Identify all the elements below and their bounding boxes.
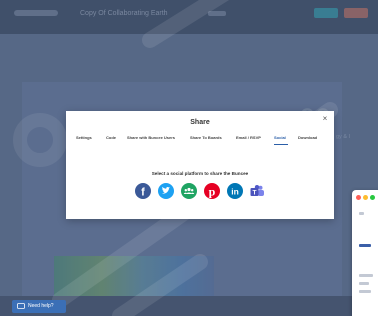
social-instructions: Select a social platform to share the Bu… <box>151 171 249 176</box>
pinterest-icon[interactable]: p <box>204 183 220 199</box>
modal-title: Share <box>190 119 210 126</box>
chat-icon <box>17 303 25 309</box>
active-tab-indicator <box>274 144 288 145</box>
chat-popup-window[interactable] <box>352 190 378 316</box>
svg-text:p: p <box>209 185 216 199</box>
maximize-dot-icon[interactable] <box>370 195 375 200</box>
tab-code[interactable]: Code <box>106 135 116 141</box>
lock-icon <box>359 212 364 215</box>
need-help-label: Need help? <box>28 303 54 309</box>
svg-text:T: T <box>253 190 257 197</box>
microsoft-teams-icon[interactable]: T <box>249 183 265 199</box>
tab-share-with-buncee-users[interactable]: Share with Buncee Users <box>127 135 175 141</box>
popup-text-line <box>359 282 369 285</box>
share-modal: Share × Settings Code Share with Buncee … <box>66 111 334 219</box>
popup-text-line <box>359 274 373 277</box>
tab-download[interactable]: Download <box>298 135 317 141</box>
popup-text-line <box>359 290 371 293</box>
social-platforms: f p in T <box>135 183 265 199</box>
tab-email-rsvp[interactable]: Email / RSVP <box>236 135 261 141</box>
close-dot-icon[interactable] <box>356 195 361 200</box>
twitter-icon[interactable] <box>158 183 174 199</box>
need-help-button[interactable]: Need help? <box>12 300 66 313</box>
minimize-dot-icon[interactable] <box>363 195 368 200</box>
linkedin-icon[interactable]: in <box>227 183 243 199</box>
facebook-icon[interactable]: f <box>135 183 151 199</box>
close-button[interactable]: × <box>320 114 330 124</box>
tab-share-to-boards[interactable]: Share To Boards <box>190 135 222 141</box>
share-tabs: Settings Code Share with Buncee Users Sh… <box>66 135 334 145</box>
google-classroom-icon[interactable] <box>181 183 197 199</box>
svg-text:f: f <box>141 187 145 199</box>
popup-logo <box>359 244 371 247</box>
tab-social[interactable]: Social <box>274 135 286 141</box>
tab-settings[interactable]: Settings <box>76 135 92 141</box>
svg-text:in: in <box>231 187 239 197</box>
